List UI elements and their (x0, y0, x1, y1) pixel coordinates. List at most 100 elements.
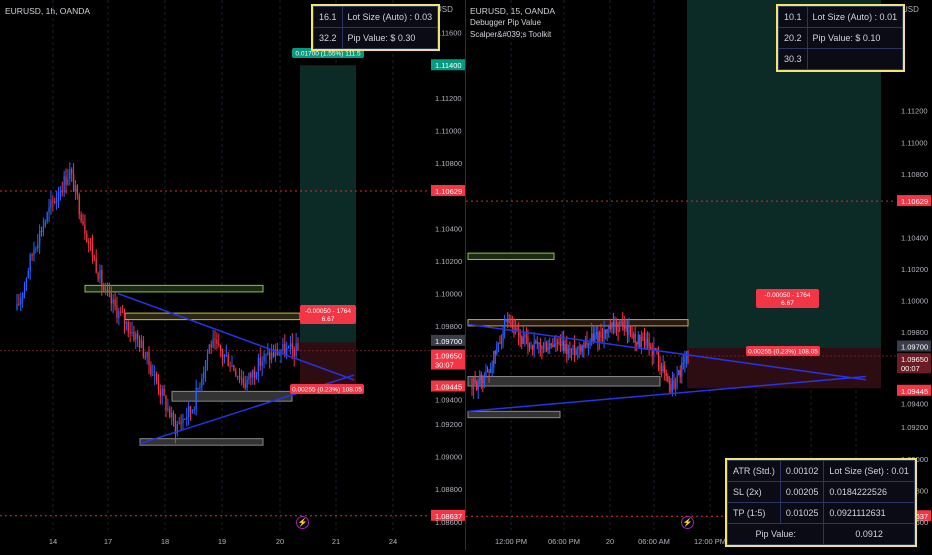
zone-box (467, 410, 561, 419)
zone-box (467, 252, 555, 260)
price-tick-label: 1.09445 (435, 382, 462, 391)
price-tick-label: 1.09000 (435, 453, 462, 462)
candle-body (246, 379, 248, 388)
lightning-icon[interactable]: ⚡ (296, 516, 309, 529)
left-chart-svg[interactable]: USD1.116001.114001.112001.110001.108001.… (0, 0, 466, 550)
candle-body (606, 328, 608, 334)
candle-body (549, 343, 551, 348)
candle-body (660, 369, 663, 371)
entry-label: 0.00255 (0.23%) 108.05 (292, 387, 362, 394)
candle-body (541, 346, 543, 349)
candle-body (553, 344, 555, 348)
candle-body (40, 230, 43, 233)
candle-body (626, 325, 628, 336)
candle-body (637, 334, 639, 345)
candle-body (570, 349, 573, 351)
candle-body (203, 371, 205, 379)
candle-body (584, 340, 587, 348)
atr-cell: SL (2x) (727, 481, 781, 503)
candle-body (197, 387, 199, 389)
candle-body (297, 343, 299, 351)
candle-body (535, 341, 537, 343)
time-tick-label: 12:00 PM (694, 537, 726, 546)
price-tick-label: 1.10200 (435, 257, 462, 266)
candle-body (131, 332, 133, 334)
candle-body (681, 362, 683, 377)
price-tick-label: 1.09800 (435, 322, 462, 331)
price-tick-label: 1.11000 (901, 138, 928, 147)
atr-cell: 0.0912 (823, 523, 915, 545)
right-chart-pane[interactable]: USD 1.11200 1.11000 1.10800 1.10629 1.10400 1.… (466, 0, 932, 550)
candle-body (189, 406, 192, 412)
candle-body (561, 341, 563, 346)
indicator-name: Scalper&#039;s Toolkit (470, 30, 552, 39)
price-tick-label: 1.10000 (901, 297, 928, 306)
candle-body (499, 342, 501, 344)
candle-body (559, 343, 562, 346)
candle-body (248, 373, 250, 380)
candle-body (668, 381, 670, 385)
candle-body (148, 351, 150, 366)
candle-body (50, 200, 52, 208)
candle-body (623, 325, 625, 330)
price-tick-label: 1.10000 (435, 290, 462, 299)
candle-body (539, 343, 541, 347)
candle-body (587, 342, 590, 346)
candle-body (642, 336, 644, 339)
target-label: 0.01700 (1.55%) 111.5 (295, 51, 361, 58)
candle-body (48, 207, 50, 213)
time-tick-label: 06:00 AM (638, 537, 670, 546)
candle-body (513, 326, 515, 334)
left-chart-pane[interactable]: USD 1.11600 1.11400 1.11200 1.11000 1.10800 1.… (0, 0, 466, 550)
zone-box (139, 438, 264, 446)
candle-body (33, 249, 35, 256)
candle-body (575, 349, 577, 356)
candle-body (550, 343, 552, 346)
candle-body (511, 325, 514, 327)
candle-body (20, 297, 22, 305)
candle-body (103, 286, 105, 291)
candle-body (555, 344, 557, 346)
candle-body (633, 333, 635, 338)
stop-label: 6.67 (781, 300, 794, 307)
candle-body (622, 321, 624, 326)
candle-body (591, 333, 593, 341)
candle-body (112, 299, 114, 304)
candle-body (609, 324, 611, 330)
candle-body (581, 345, 583, 352)
candle-body (110, 293, 112, 304)
candle-body (519, 335, 521, 338)
price-tick-label: 1.11200 (901, 107, 928, 116)
candle-body (91, 243, 94, 257)
candle-body (221, 351, 224, 357)
lightning-icon[interactable]: ⚡ (681, 516, 694, 529)
candle-body (629, 326, 632, 334)
candle-body (214, 338, 216, 340)
candle-body (257, 357, 260, 376)
candle-body (480, 374, 482, 381)
candle-body (472, 379, 475, 390)
candle-body (488, 371, 490, 374)
candle-body (184, 418, 186, 420)
candle-body (89, 242, 92, 244)
candle-body (133, 332, 135, 340)
left-info-cell: Lot Size (Auto) : 0.03 (341, 6, 439, 28)
candle-body (673, 380, 675, 388)
chart-layout: USD 1.11600 1.11400 1.11200 1.11000 1.10800 1.… (0, 0, 932, 550)
price-tick-label: 1.09200 (435, 420, 462, 429)
candle-body (524, 335, 526, 337)
candle-body (72, 173, 75, 192)
candle-body (23, 283, 26, 294)
atr-cell: 0.01025 (779, 502, 825, 524)
right-info-cell (806, 48, 904, 70)
candle-body (483, 377, 486, 383)
price-tick-label: 1.09400 (901, 399, 928, 408)
candle-body (567, 348, 569, 354)
candle-body (38, 230, 41, 245)
candle-body (106, 289, 109, 292)
candle-body (252, 370, 254, 378)
candle-body (22, 293, 24, 298)
candle-body (29, 254, 31, 271)
candle-body (617, 330, 619, 332)
candle-body (27, 270, 29, 279)
